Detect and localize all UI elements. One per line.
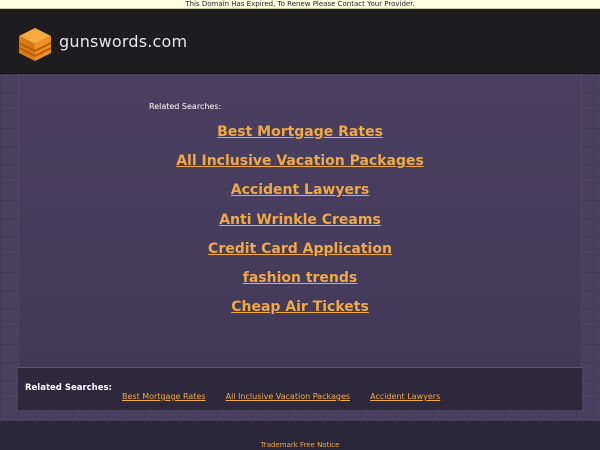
related-search-list: Best Mortgage Rates All Inclusive Vacati… xyxy=(18,121,582,325)
related-search-link[interactable]: Credit Card Application xyxy=(208,241,392,257)
related-search-item: Best Mortgage Rates xyxy=(18,121,582,150)
related-search-item: fashion trends xyxy=(18,267,582,296)
related-search-link[interactable]: Accident Lawyers xyxy=(231,182,369,198)
related-search-item: Anti Wrinkle Creams xyxy=(18,209,582,238)
bottom-related-searches-label: Related Searches: xyxy=(25,383,112,393)
site-footer: Trademark Free Notice xyxy=(0,421,600,450)
bottom-related-search-link[interactable]: All Inclusive Vacation Packages xyxy=(226,392,350,401)
domain-name: gunswords.com xyxy=(59,32,188,51)
related-search-item: Credit Card Application xyxy=(18,238,582,267)
bottom-related-searches: Related Searches: Best Mortgage Rates Al… xyxy=(18,367,582,410)
related-searches-title: Related Searches: xyxy=(149,102,222,111)
related-search-link[interactable]: Best Mortgage Rates xyxy=(217,124,383,140)
related-search-link[interactable]: fashion trends xyxy=(243,270,358,286)
domain-expired-text: This Domain Has Expired, To Renew Please… xyxy=(185,0,415,8)
related-search-link[interactable]: Anti Wrinkle Creams xyxy=(219,212,381,228)
site-header: gunswords.com xyxy=(0,9,600,74)
domain-expired-notice: This Domain Has Expired, To Renew Please… xyxy=(0,0,600,9)
related-search-item: All Inclusive Vacation Packages xyxy=(18,150,582,179)
trademark-notice-link[interactable]: Trademark Free Notice xyxy=(261,441,340,449)
related-search-item: Accident Lawyers xyxy=(18,179,582,208)
related-search-link[interactable]: All Inclusive Vacation Packages xyxy=(176,153,424,169)
related-search-link[interactable]: Cheap Air Tickets xyxy=(231,299,369,315)
bottom-related-search-link[interactable]: Accident Lawyers xyxy=(370,392,440,401)
bottom-related-search-link[interactable]: Best Mortgage Rates xyxy=(122,392,206,401)
stacked-cube-logo-icon xyxy=(18,28,52,61)
related-search-item: Cheap Air Tickets xyxy=(18,296,582,325)
bottom-related-search-links: Best Mortgage Rates All Inclusive Vacati… xyxy=(122,384,455,403)
